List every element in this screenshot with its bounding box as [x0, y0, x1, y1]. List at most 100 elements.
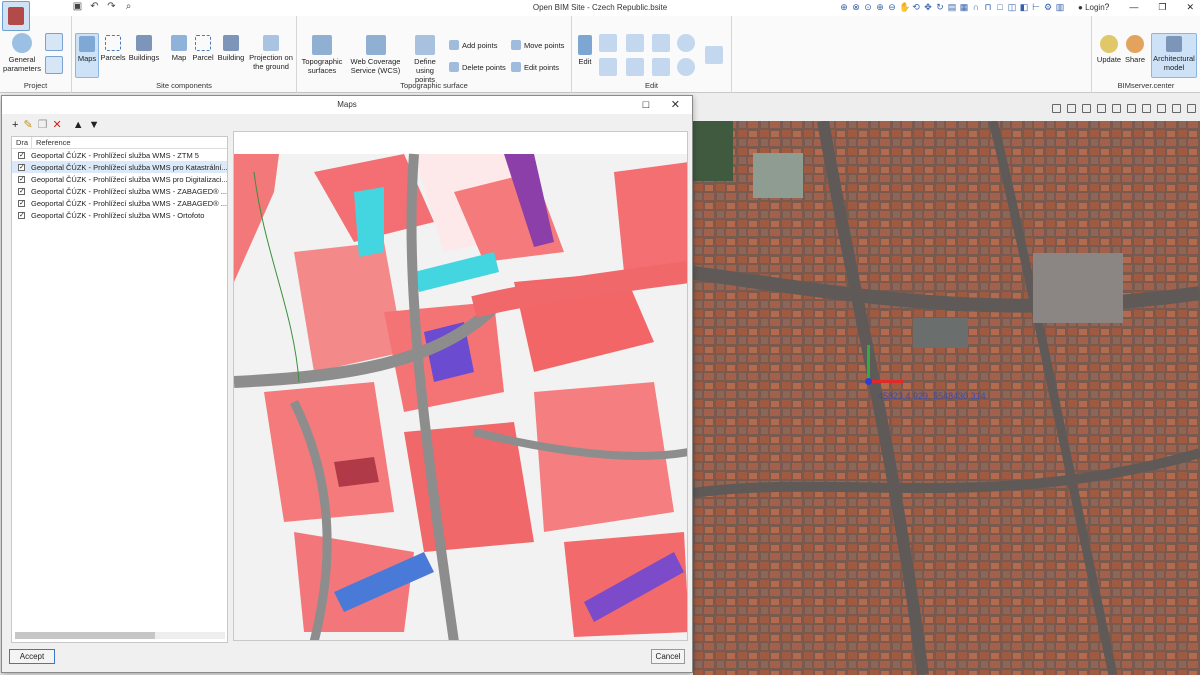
parcel-button[interactable]: Parcel: [191, 33, 215, 62]
topographic-surfaces-button[interactable]: Topographic surfaces: [300, 33, 344, 75]
mirror-icon[interactable]: [677, 34, 695, 52]
rotate-icon[interactable]: [652, 58, 670, 76]
draw-checkbox[interactable]: ✓: [18, 187, 25, 195]
list-item[interactable]: ✓ Geoportal ČÚZK - Prohlížecí služba WMS…: [12, 173, 227, 185]
minimize-icon[interactable]: —: [1129, 2, 1138, 13]
app-logo[interactable]: [2, 1, 30, 31]
refresh-icon[interactable]: ↻: [935, 1, 945, 14]
erase-icon[interactable]: [626, 58, 644, 76]
render-icon[interactable]: [1172, 104, 1181, 113]
coordinate-system-icon[interactable]: [45, 33, 63, 51]
settings-icon[interactable]: ⚙: [1043, 1, 1053, 14]
copy-icon[interactable]: ❐: [38, 118, 48, 132]
list-item[interactable]: ✓ Geoportal ČÚZK - Prohlížecí služba WMS…: [12, 209, 227, 221]
zoom-out-icon[interactable]: ⊖: [887, 1, 897, 14]
map-button[interactable]: Map: [168, 33, 190, 62]
delete-points-button[interactable]: Delete points: [449, 62, 506, 72]
architectural-model-button[interactable]: Architectural model: [1151, 33, 1197, 78]
eye-icon[interactable]: [1187, 104, 1196, 113]
draw-checkbox[interactable]: ✓: [18, 199, 25, 207]
move-up-icon[interactable]: ▲: [73, 118, 84, 132]
grid-view-icon[interactable]: [1127, 104, 1136, 113]
restore-icon[interactable]: ❐: [1158, 2, 1166, 13]
iso-view-icon[interactable]: [1067, 104, 1076, 113]
layers-icon[interactable]: ▤: [947, 1, 957, 14]
general-parameters-button[interactable]: General parameters: [3, 33, 41, 73]
zoom-window-icon[interactable]: ⊗: [851, 1, 861, 14]
view-3d-icon[interactable]: ◫: [1007, 1, 1017, 14]
close-icon[interactable]: ✕: [671, 96, 680, 114]
move-icon[interactable]: ✥: [923, 1, 933, 14]
dialog-title: Maps: [337, 100, 357, 109]
wireframe-icon[interactable]: [1142, 104, 1151, 113]
axis-y-icon: [867, 345, 870, 380]
move-points-button[interactable]: Move points: [511, 40, 564, 50]
add-points-button[interactable]: Add points: [449, 40, 497, 50]
building-button[interactable]: Building: [216, 33, 246, 62]
draw-checkbox[interactable]: ✓: [18, 175, 25, 183]
symmetry-icon[interactable]: [677, 58, 695, 76]
maps-list: Dra Reference ✓ Geoportal ČÚZK - Prohlíž…: [11, 136, 228, 643]
zoom-icon[interactable]: ⊕: [839, 1, 849, 14]
layout-icon[interactable]: ▥: [1055, 1, 1065, 14]
measure-icon[interactable]: ⊢: [1031, 1, 1041, 14]
list-header: Dra Reference: [12, 137, 227, 149]
zoom-in-icon[interactable]: ⊕: [875, 1, 885, 14]
login-button[interactable]: ● Login: [1078, 3, 1105, 12]
rotate-icon[interactable]: ⟲: [911, 1, 921, 14]
list-item[interactable]: ✓ Geoportal ČÚZK - Prohlížecí služba WMS…: [12, 197, 227, 209]
move-icon[interactable]: [599, 34, 617, 52]
list-item[interactable]: ✓ Geoportal ČÚZK - Prohlížecí služba WMS…: [12, 149, 227, 161]
shaded-icon[interactable]: [1157, 104, 1166, 113]
add-icon[interactable]: +: [12, 118, 18, 132]
horizontal-scrollbar[interactable]: [15, 632, 225, 639]
axes-icon[interactable]: [45, 56, 63, 74]
pencil-icon[interactable]: ✎: [23, 118, 32, 132]
edit-points-button[interactable]: Edit points: [511, 62, 559, 72]
draw-checkbox[interactable]: ✓: [18, 163, 25, 171]
wcs-button[interactable]: Web Coverage Service (WCS): [348, 33, 403, 75]
buildings-button[interactable]: Buildings: [127, 33, 161, 62]
list-item[interactable]: ✓ Geoportal ČÚZK - Prohlížecí služba WMS…: [12, 161, 227, 173]
zoom-extents-icon[interactable]: ⊙: [863, 1, 873, 14]
paint-icon[interactable]: [599, 58, 617, 76]
edit-button[interactable]: Edit: [575, 33, 595, 66]
measure-icon[interactable]: [705, 46, 723, 64]
front-view-icon[interactable]: [1082, 104, 1091, 113]
copy-icon[interactable]: [626, 34, 644, 52]
3d-viewport[interactable]: 45823.4.929, 5548430.314: [693, 93, 1200, 675]
accept-button[interactable]: Accept: [9, 649, 55, 664]
pan-icon[interactable]: ✋: [899, 1, 910, 14]
update-button[interactable]: Update: [1096, 33, 1122, 64]
general-parameters-label: General parameters: [3, 55, 41, 73]
snap-icon[interactable]: ∩: [971, 1, 981, 14]
maximize-icon[interactable]: ☐: [642, 96, 650, 114]
help-icon[interactable]: ?: [1104, 2, 1109, 13]
draw-checkbox[interactable]: ✓: [18, 151, 25, 159]
column-draw[interactable]: Dra: [12, 137, 32, 148]
axes-view-icon[interactable]: [1052, 104, 1061, 113]
list-item[interactable]: ✓ Geoportal ČÚZK - Prohlížecí služba WMS…: [12, 185, 227, 197]
maps-button[interactable]: Maps: [75, 33, 99, 78]
delete-icon[interactable]: ✕: [53, 118, 62, 132]
split-view-icon[interactable]: ◧: [1019, 1, 1029, 14]
share-button[interactable]: Share: [1123, 33, 1147, 64]
grid-icon[interactable]: ▦: [959, 1, 969, 14]
scrollbar-thumb[interactable]: [15, 632, 155, 639]
map-preview[interactable]: [233, 131, 688, 641]
side-view-icon[interactable]: [1112, 104, 1121, 113]
move-down-icon[interactable]: ▼: [89, 118, 100, 132]
buildings-icon: [136, 35, 152, 51]
translate-icon[interactable]: [652, 34, 670, 52]
view-2d-icon[interactable]: □: [995, 1, 1005, 14]
top-view-icon[interactable]: [1097, 104, 1106, 113]
cancel-button[interactable]: Cancel: [651, 649, 685, 664]
view-toolbar: ⊕ ⊗ ⊙ ⊕ ⊖ ✋ ⟲ ✥ ↻ ▤ ▦ ∩ ⊓ □ ◫ ◧ ⊢ ⚙ ▥: [839, 1, 1065, 14]
close-icon[interactable]: ✕: [1186, 2, 1194, 13]
projection-button[interactable]: Projection on the ground: [247, 33, 295, 71]
parcels-button[interactable]: Parcels: [100, 33, 126, 62]
draw-checkbox[interactable]: ✓: [18, 211, 25, 219]
magnet-icon[interactable]: ⊓: [983, 1, 993, 14]
column-reference[interactable]: Reference: [32, 137, 71, 148]
define-points-button[interactable]: Define using points: [405, 33, 445, 84]
